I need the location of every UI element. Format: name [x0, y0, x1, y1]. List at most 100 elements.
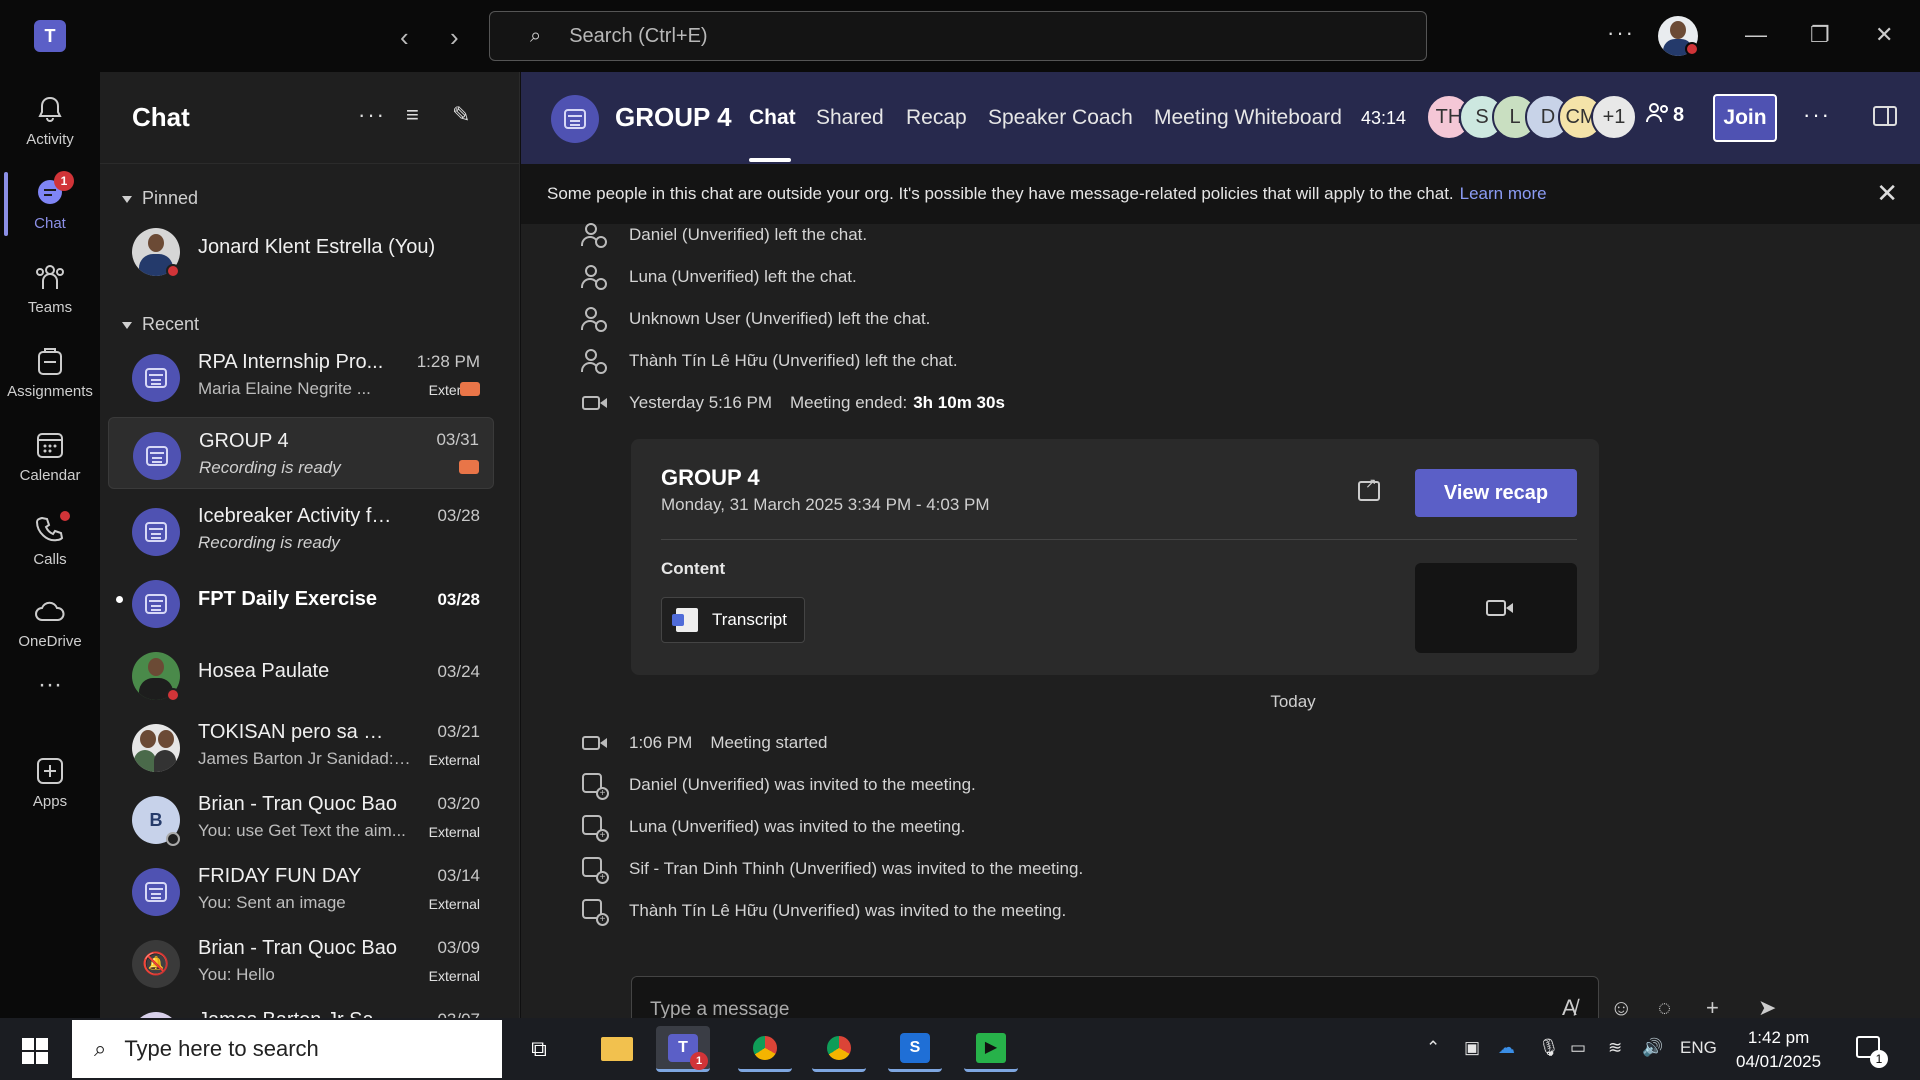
windows-taskbar: ⌕ Type here to search ⧉ T1 S ▶ ⌃ ▣ ☁ 🎙 ▭… [0, 1018, 1920, 1080]
rail-label: Calendar [19, 466, 81, 484]
transcript-button[interactable]: Transcript [661, 597, 805, 643]
recent-label: Recent [142, 314, 200, 334]
system-event: Unknown User (Unverified) left the chat. [581, 302, 930, 336]
group-avatar [132, 724, 180, 772]
chat-item[interactable]: FRIDAY FUN DAY 03/14 You: Sent an image … [108, 852, 494, 924]
calendar-add-icon: + [581, 898, 609, 926]
rail-item-onedrive[interactable]: OneDrive [0, 582, 100, 662]
restore-button[interactable]: ❐ [1810, 22, 1830, 48]
rail-label: Teams [27, 298, 73, 316]
tab-chat[interactable]: Chat [749, 106, 796, 130]
meet-now-icon[interactable]: ▣ [1464, 1038, 1480, 1058]
recording-thumbnail[interactable] [1415, 563, 1577, 653]
meeting-chat-avatar [132, 508, 180, 556]
tab-meeting-whiteboard[interactable]: Meeting Whiteboard [1154, 106, 1342, 130]
clock-date: 04/01/2025 [1736, 1052, 1822, 1071]
rail-item-calls[interactable]: Calls [0, 500, 100, 580]
rail-item-chat[interactable]: 1 Chat [0, 164, 100, 244]
chat-item[interactable]: James Barton Jr Sani... 03/07 [108, 996, 494, 1018]
language-indicator[interactable]: ENG [1680, 1038, 1717, 1058]
teams-taskbar-badge: 1 [690, 1051, 708, 1070]
microphone-icon[interactable]: 🎙 [1538, 1038, 1560, 1058]
onedrive-tray-icon[interactable]: ☁ [1498, 1038, 1515, 1058]
file-explorer-icon[interactable] [590, 1026, 644, 1072]
close-icon[interactable]: ✕ [1876, 178, 1898, 209]
new-chat-icon[interactable]: ✎ [452, 102, 470, 128]
taskbar-search-input[interactable]: ⌕ Type here to search [72, 1020, 502, 1078]
search-input[interactable]: ⌕ Search (Ctrl+E) [489, 11, 1427, 61]
chat-item[interactable]: RPA Internship Pro... 1:28 PM Maria Elai… [108, 338, 494, 410]
more-options-icon[interactable]: ··· [1607, 20, 1635, 46]
meeting-icon [145, 368, 167, 388]
chat-more-options-icon[interactable]: ··· [1803, 102, 1831, 128]
studio-app-icon[interactable]: S [888, 1026, 942, 1072]
share-icon[interactable] [1358, 475, 1380, 501]
app-rail: Activity 1 Chat Teams Assignments Calend… [0, 72, 100, 1018]
chat-item[interactable]: Icebreaker Activity fo... 03/28 Recordin… [108, 492, 494, 564]
teams-taskbar-icon[interactable]: T1 [656, 1026, 710, 1072]
chat-item-self[interactable]: Jonard Klent Estrella (You) [108, 212, 494, 284]
system-clock[interactable]: 1:42 pm 04/01/2025 [1736, 1026, 1821, 1074]
chat-time: 03/09 [437, 938, 480, 957]
system-event: + Luna (Unverified) was invited to the m… [581, 810, 965, 844]
rail-item-calendar[interactable]: Calendar [0, 416, 100, 496]
pinned-label: Pinned [142, 188, 199, 208]
tab-recap[interactable]: Recap [906, 106, 967, 130]
chat-preview: Recording is ready [199, 458, 341, 477]
chrome-profile-icon[interactable] [812, 1026, 866, 1072]
minimize-button[interactable]: — [1745, 22, 1767, 48]
external-tag: External [428, 968, 480, 984]
chat-item[interactable]: TOKISAN pero sa MS... 03/21 James Barton… [108, 708, 494, 780]
tray-overflow-icon[interactable]: ⌃ [1426, 1038, 1440, 1058]
chat-item-unread[interactable]: FPT Daily Exercise 03/28 [108, 564, 494, 636]
media-player-icon[interactable]: ▶ [964, 1026, 1018, 1072]
banner-text: Some people in this chat are outside you… [547, 184, 1454, 203]
chat-item[interactable]: 🔕 Brian - Tran Quoc Bao 03/09 You: Hello… [108, 924, 494, 996]
chat-item[interactable]: B Brian - Tran Quoc Bao 03/20 You: use G… [108, 780, 494, 852]
meeting-chat-avatar [132, 354, 180, 402]
battery-icon[interactable]: ▭ [1570, 1038, 1586, 1058]
tab-shared[interactable]: Shared [816, 106, 884, 130]
wifi-icon[interactable]: ≋ [1608, 1038, 1622, 1058]
chat-preview: You: use Get Text the aim... [198, 821, 406, 840]
view-recap-button[interactable]: View recap [1415, 469, 1577, 517]
chat-item[interactable]: Hosea Paulate 03/24 [108, 636, 494, 708]
chat-time: 03/14 [437, 866, 480, 885]
chat-main-pane: GROUP 4 Chat Shared Recap Speaker Coach … [521, 72, 1920, 1036]
volume-icon[interactable]: 🔊 [1642, 1038, 1663, 1058]
windows-start-icon[interactable] [22, 1038, 48, 1064]
participant-overflow[interactable]: +1 [1591, 94, 1637, 140]
meeting-started-event: 1:06 PM Meeting started [581, 726, 828, 760]
more-apps-icon[interactable]: ··· [0, 660, 100, 710]
chat-name: FRIDAY FUN DAY [198, 865, 362, 887]
calendar-icon [34, 429, 66, 461]
rail-item-apps[interactable]: Apps [0, 742, 100, 822]
task-view-icon[interactable]: ⧉ [512, 1026, 566, 1072]
notification-center-icon[interactable]: 1 [1856, 1036, 1888, 1068]
person-left-icon [581, 222, 607, 248]
chrome-icon[interactable] [738, 1026, 792, 1072]
search-icon: ⌕ [530, 24, 542, 47]
filter-icon[interactable]: ≡ [406, 102, 419, 128]
chat-name: Jonard Klent Estrella (You) [198, 236, 436, 258]
forward-arrow-icon[interactable]: › [450, 22, 459, 53]
recent-section-toggle[interactable]: Recent [122, 314, 199, 335]
tab-speaker-coach[interactable]: Speaker Coach [988, 106, 1133, 130]
people-icon[interactable] [1645, 100, 1671, 130]
rail-item-teams[interactable]: Teams [0, 248, 100, 328]
event-time: Yesterday 5:16 PM [629, 393, 773, 412]
bell-icon [34, 93, 66, 125]
chat-more-icon[interactable]: ··· [358, 102, 386, 128]
external-tag: External [428, 752, 480, 768]
join-button[interactable]: Join [1713, 94, 1777, 142]
back-arrow-icon[interactable]: ‹ [400, 22, 409, 53]
chat-item-selected[interactable]: GROUP 4 03/31 Recording is ready [108, 417, 494, 489]
side-panel-icon[interactable] [1873, 106, 1897, 126]
meeting-icon [145, 522, 167, 542]
learn-more-link[interactable]: Learn more [1460, 184, 1547, 204]
pinned-section-toggle[interactable]: Pinned [122, 188, 198, 209]
rail-item-assignments[interactable]: Assignments [0, 332, 100, 412]
rail-item-activity[interactable]: Activity [0, 80, 100, 160]
close-window-button[interactable]: ✕ [1875, 22, 1893, 48]
assignments-icon [34, 345, 66, 377]
